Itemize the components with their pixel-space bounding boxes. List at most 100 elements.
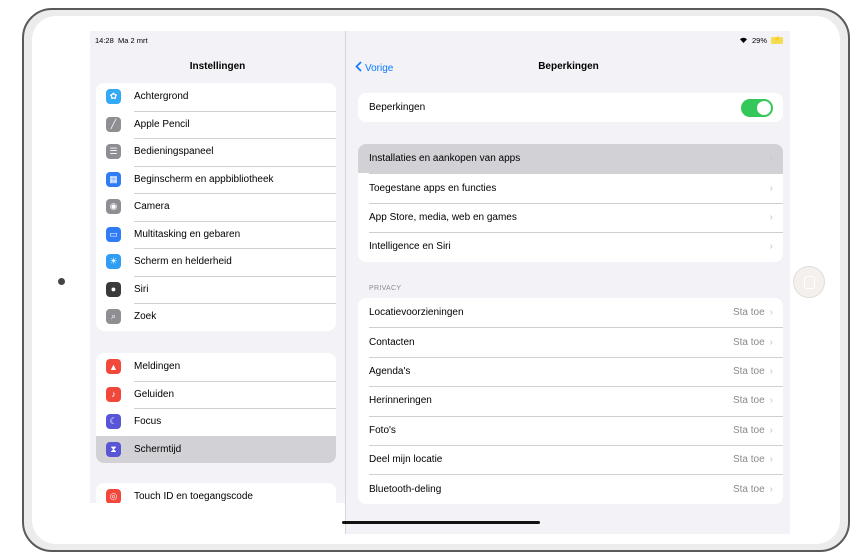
row-accessory: Sta toe › [733,484,773,495]
row-value: Sta toe [732,307,765,319]
status-time: 14:28 Ma 2 mrt [95,36,148,45]
home-screen-icon: ▦ [106,171,121,187]
row-value: Sta toe [732,336,765,348]
hourglass-icon: ⧗ [106,441,121,457]
sidebar-item-beginscherm-en-appbibliotheek[interactable]: ▦ Beginscherm en appbibliotheek [96,165,336,194]
row-app-store-media-web-en-games[interactable]: App Store, media, web en games › [358,202,783,232]
notifications-icon: ▲ [106,359,121,375]
sidebar-group-general: ✿ Achtergrond ╱ Apple Pencil ☰ Bedieningspane… [96,83,336,331]
row-value: Sta toe [732,365,765,377]
sidebar-item-focus[interactable]: ☾ Focus [96,408,336,436]
sidebar-item-label: Touch ID en toegangscode [134,491,253,503]
chevron-right-icon: › [769,395,773,407]
row-label: Intelligence en Siri [369,241,451,253]
sidebar-item-geluiden[interactable]: ♪ Geluiden [96,380,336,409]
row-intelligence-en-siri[interactable]: Intelligence en Siri › [358,232,783,261]
row-value: Sta toe [732,454,765,466]
sidebar-item-label: Zoek [134,311,157,323]
row-label: Installaties en aankopen van apps [369,153,521,165]
sidebar-item-apple-pencil[interactable]: ╱ Apple Pencil [96,110,336,139]
sidebar-item-zoek[interactable]: ⌕ Zoek [96,303,336,331]
row-accessory: › [770,241,773,252]
chevron-right-icon: › [769,365,773,377]
restrictions-toggle[interactable] [741,98,773,117]
search-icon: ⌕ [106,309,121,325]
sidebar-item-label: Beginscherm en appbibliotheek [134,173,274,185]
row-label: App Store, media, web en games [369,211,517,223]
restrictions-toggle-group: Beperkingen [358,93,783,123]
status-right: 29% ⚡ [739,36,783,45]
sidebar-item-scherm-en-helderheid[interactable]: ☀ Scherm en helderheid [96,248,336,276]
row-agenda-s[interactable]: Agenda's Sta toe › [358,356,783,386]
row-accessory: Sta toe › [733,395,773,406]
chevron-right-icon: › [769,307,773,319]
sidebar-item-label: Achtergrond [134,91,189,103]
battery-percent: 29% [751,36,767,45]
sidebar-item-label: Bedieningspaneel [134,146,214,158]
sidebar-item-label: Focus [134,416,162,428]
sounds-icon: ♪ [106,386,121,402]
sidebar-item-schermtijd[interactable]: ⧗ Schermtijd [96,435,336,463]
sidebar-group-notifications: ▲ Meldingen ♪ Geluiden ☾ Focus ⧗ Schermtijd [96,353,336,463]
row-accessory: › [770,183,773,194]
focus-moon-icon: ☾ [106,414,121,430]
siri-icon: ● [106,281,121,297]
settings-sidebar: 14:28 Ma 2 mrt Instellingen ✿ Achtergrond… [90,31,345,534]
chevron-right-icon: › [769,454,773,466]
row-deel-mijn-locatie[interactable]: Deel mijn locatie Sta toe › [358,444,783,474]
sidebar-item-multitasking-en-gebaren[interactable]: ▭ Multitasking en gebaren [96,220,336,249]
privacy-section-header: PRIVACY [369,285,402,292]
front-camera [58,278,65,285]
privacy-group: Locatievoorzieningen Sta toe › Contacten Sta… [358,298,783,504]
row-label: Herinneringen [369,395,432,407]
restrictions-toggle-row: Beperkingen [358,93,783,122]
home-button[interactable] [793,266,825,298]
fingerprint-icon: ◎ [106,489,121,505]
sidebar-item-siri[interactable]: ● Siri [96,275,336,304]
screen: 14:28 Ma 2 mrt Instellingen ✿ Achtergrond… [90,31,790,534]
multitasking-icon: ▭ [106,226,121,242]
row-label: Foto's [369,424,396,436]
chevron-right-icon: › [769,424,773,436]
sidebar-item-label: Camera [134,201,170,213]
chevron-right-icon: › [769,182,773,194]
chevron-right-icon: › [769,153,773,165]
chevron-right-icon: › [769,336,773,348]
row-value: Sta toe [732,483,765,495]
sidebar-item-label: Apple Pencil [134,118,190,130]
row-value: Sta toe [732,424,765,436]
row-toegestane-apps-en-functies[interactable]: Toegestane apps en functies › [358,173,783,202]
home-indicator[interactable] [342,521,540,524]
row-label: Toegestane apps en functies [369,182,497,194]
sidebar-item-label: Multitasking en gebaren [134,228,241,240]
row-locatievoorzieningen[interactable]: Locatievoorzieningen Sta toe › [358,298,783,327]
sidebar-item-label: Siri [134,283,149,295]
battery-charging-icon: ⚡ [771,37,783,44]
camera-icon: ◉ [106,199,121,215]
row-foto-s[interactable]: Foto's Sta toe › [358,415,783,445]
row-accessory: Sta toe › [733,425,773,436]
sidebar-item-meldingen[interactable]: ▲ Meldingen [96,353,336,381]
page-title: Beperkingen [538,61,599,72]
sidebar-bottom-area [90,503,345,534]
control-center-icon: ☰ [106,144,121,160]
chevron-right-icon: › [769,483,773,495]
row-accessory: › [770,212,773,223]
wallpaper-icon: ✿ [106,89,121,105]
row-value: Sta toe [732,395,765,407]
restrictions-toggle-label: Beperkingen [369,102,426,114]
row-herinneringen[interactable]: Herinneringen Sta toe › [358,386,783,415]
row-installaties-en-aankopen-van-apps[interactable]: Installaties en aankopen van apps › [358,144,783,174]
row-contacten[interactable]: Contacten Sta toe › [358,327,783,356]
restrictions-detail: 29% ⚡ Vorige Beperkingen Beperkingen Ins… [345,31,790,534]
restrictions-menu-group: Installaties en aankopen van apps › Toeges… [358,144,783,262]
row-accessory: Sta toe › [733,307,773,318]
sidebar-item-achtergrond[interactable]: ✿ Achtergrond [96,83,336,111]
row-bluetooth-deling[interactable]: Bluetooth-deling Sta toe › [358,474,783,503]
row-accessory: Sta toe › [733,366,773,377]
row-label: Agenda's [369,365,411,377]
row-label: Deel mijn locatie [369,454,443,466]
row-accessory: Sta toe › [733,454,773,465]
sidebar-item-bedieningspaneel[interactable]: ☰ Bedieningspaneel [96,138,336,166]
sidebar-item-camera[interactable]: ◉ Camera [96,193,336,221]
